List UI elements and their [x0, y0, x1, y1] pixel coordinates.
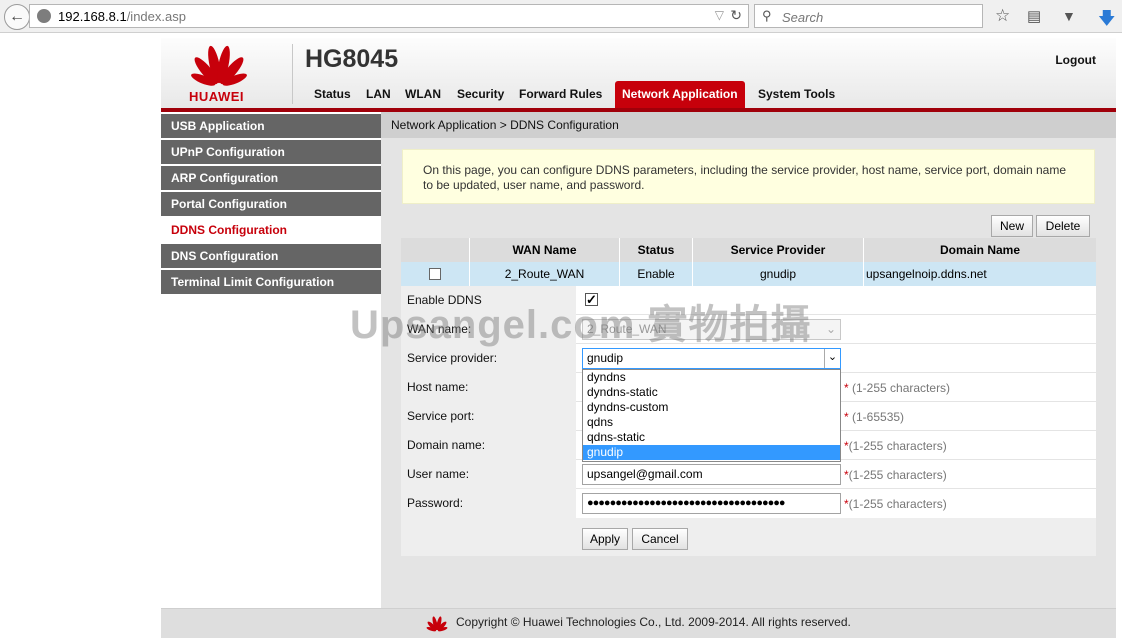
header-divider — [292, 44, 293, 104]
new-button[interactable]: New — [991, 215, 1033, 237]
download-icon[interactable]: 🡇 — [1098, 6, 1115, 35]
domain-name-hint: *(1-255 characters) — [844, 439, 947, 453]
pocket-icon[interactable]: ▼ — [1062, 8, 1076, 24]
tab-forward-rules[interactable]: Forward Rules — [519, 81, 602, 108]
url-host: 192.168.8.1 — [58, 9, 127, 24]
table-header-select — [401, 238, 470, 262]
domain-name-label: Domain name: — [401, 431, 576, 460]
tab-lan[interactable]: LAN — [366, 81, 391, 108]
user-name-hint-text: (1-255 characters) — [848, 468, 947, 482]
sidebar: USB Application UPnP Configuration ARP C… — [161, 112, 381, 608]
back-icon[interactable]: ← — [4, 4, 30, 30]
password-hint: *(1-255 characters) — [844, 497, 947, 511]
service-provider-select[interactable]: gnudip ⌄ — [582, 348, 841, 369]
option-qdns[interactable]: qdns — [583, 415, 840, 430]
option-dyndns-static[interactable]: dyndns-static — [583, 385, 840, 400]
sidebar-item-arp-configuration[interactable]: ARP Configuration — [161, 166, 381, 190]
dropdown-arrow-icon[interactable]: ▽ — [715, 8, 724, 22]
password-input[interactable]: ●●●●●●●●●●●●●●●●●●●●●●●●●●●●●●●●●●● — [582, 493, 841, 514]
user-name-label: User name: — [401, 460, 576, 489]
tab-status[interactable]: Status — [314, 81, 351, 108]
option-gnudip[interactable]: gnudip — [583, 445, 840, 460]
tab-security[interactable]: Security — [457, 81, 504, 108]
user-name-hint: *(1-255 characters) — [844, 468, 947, 482]
table-header-status: Status — [620, 238, 693, 262]
sidebar-item-usb-application[interactable]: USB Application — [161, 114, 381, 138]
service-provider-dropdown-list: dyndns dyndns-static dyndns-custom qdns … — [582, 369, 841, 462]
url-text[interactable]: 192.168.8.1/index.asp — [58, 9, 186, 24]
search-placeholder: Search — [782, 10, 824, 25]
table-header-service-provider: Service Provider — [693, 238, 864, 262]
table-cell-wan-name[interactable]: 2_Route_WAN — [470, 262, 620, 286]
option-qdns-static[interactable]: qdns-static — [583, 430, 840, 445]
main-content: Network Application > DDNS Configuration… — [381, 112, 1116, 608]
sidebar-item-dns-configuration[interactable]: DNS Configuration — [161, 244, 381, 268]
browser-toolbar: ← 192.168.8.1/index.asp ▽ ↻ ⚲ Search ☆ ▤… — [0, 0, 1122, 33]
table-header-domain-name: Domain Name — [864, 238, 1096, 262]
model-title: HG8045 — [305, 45, 399, 73]
cancel-button[interactable]: Cancel — [632, 528, 688, 550]
router-header: HUAWEI HG8045 Logout Status LAN WLAN Sec… — [161, 38, 1116, 108]
service-port-hint-text: (1-65535) — [852, 410, 905, 424]
sidebar-item-portal-configuration[interactable]: Portal Configuration — [161, 192, 381, 216]
table-cell-status[interactable]: Enable — [620, 262, 693, 286]
delete-button[interactable]: Delete — [1036, 215, 1090, 237]
option-dyndns-custom[interactable]: dyndns-custom — [583, 400, 840, 415]
footer: Copyright © Huawei Technologies Co., Ltd… — [161, 608, 1116, 638]
huawei-logo-icon — [426, 616, 448, 632]
search-icon: ⚲ — [762, 8, 772, 23]
watermark: Upsangel.com 實物拍攝 — [350, 303, 812, 347]
service-port-hint: * (1-65535) — [844, 410, 904, 424]
service-provider-value: gnudip — [587, 351, 624, 365]
search-input[interactable]: ⚲ Search — [754, 4, 983, 28]
copyright-text: Copyright © Huawei Technologies Co., Ltd… — [456, 615, 851, 629]
option-dyndns[interactable]: dyndns — [583, 370, 840, 385]
breadcrumb: Network Application > DDNS Configuration — [381, 112, 1116, 138]
host-name-hint: * (1-255 characters) — [844, 381, 950, 395]
reload-icon[interactable]: ↻ — [730, 7, 742, 24]
info-box: On this page, you can configure DDNS par… — [402, 149, 1095, 204]
logout-link[interactable]: Logout — [1055, 53, 1096, 67]
form-row-password: Password: ●●●●●●●●●●●●●●●●●●●●●●●●●●●●●●… — [401, 489, 1096, 518]
password-hint-text: (1-255 characters) — [848, 497, 947, 511]
chevron-down-icon: ⌄ — [825, 322, 836, 336]
table-row-checkbox-cell — [401, 262, 470, 286]
huawei-logo-icon — [191, 45, 247, 86]
tab-wlan[interactable]: WLAN — [405, 81, 441, 108]
domain-name-hint-text: (1-255 characters) — [848, 439, 947, 453]
globe-icon — [37, 9, 51, 23]
sidebar-item-upnp-configuration[interactable]: UPnP Configuration — [161, 140, 381, 164]
host-name-label: Host name: — [401, 373, 576, 402]
brand-text: HUAWEI — [189, 89, 244, 104]
tab-system-tools[interactable]: System Tools — [758, 81, 835, 108]
host-name-hint-text: (1-255 characters) — [852, 381, 951, 395]
user-name-input[interactable]: upsangel@gmail.com — [582, 464, 841, 485]
address-bar[interactable]: 192.168.8.1/index.asp ▽ ↻ — [29, 4, 749, 28]
huawei-logo: HUAWEI — [161, 38, 291, 108]
table-header-wan-name: WAN Name — [470, 238, 620, 262]
chevron-down-icon[interactable]: ⌄ — [824, 349, 840, 368]
service-port-label: Service port: — [401, 402, 576, 431]
tab-network-application[interactable]: Network Application — [615, 81, 745, 108]
star-icon[interactable]: ☆ — [995, 6, 1010, 26]
required-mark: * — [844, 381, 849, 395]
table-cell-domain[interactable]: upsangelnoip.ddns.net — [864, 262, 1096, 286]
form-row-user: User name: upsangel@gmail.com *(1-255 ch… — [401, 460, 1096, 489]
apply-button[interactable]: Apply — [582, 528, 628, 550]
required-mark: * — [844, 410, 849, 424]
url-path: /index.asp — [126, 9, 186, 24]
password-label: Password: — [401, 489, 576, 518]
row-checkbox[interactable] — [429, 268, 441, 280]
table-cell-provider[interactable]: gnudip — [693, 262, 864, 286]
sidebar-item-terminal-limit-configuration[interactable]: Terminal Limit Configuration — [161, 270, 381, 294]
reading-list-icon[interactable]: ▤ — [1027, 7, 1041, 25]
form-actions: Apply Cancel — [401, 518, 1096, 556]
sidebar-item-ddns-configuration[interactable]: DDNS Configuration — [161, 218, 381, 242]
